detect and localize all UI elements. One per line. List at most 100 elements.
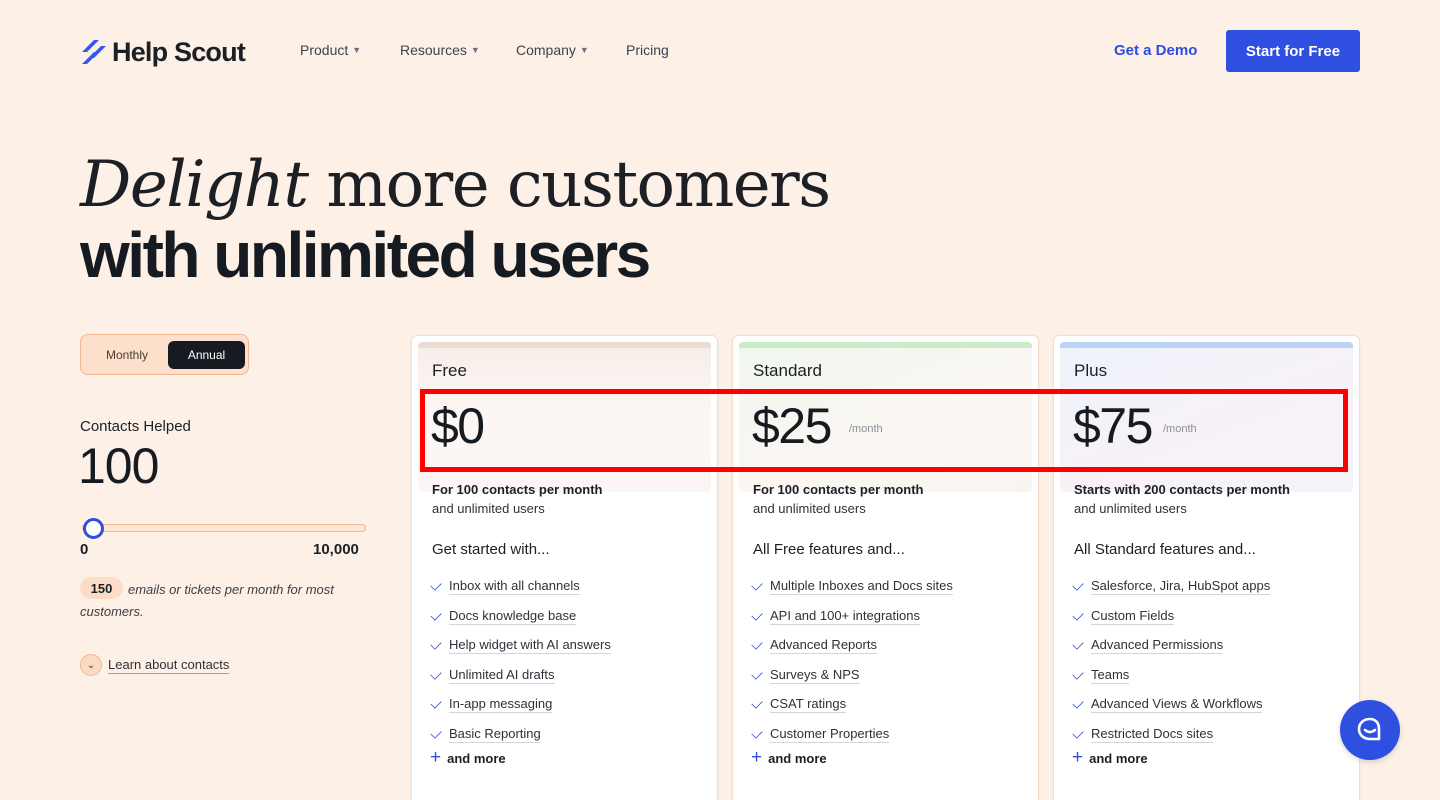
- plan-price: $25: [752, 398, 832, 454]
- and-more-toggle[interactable]: + and more: [751, 747, 827, 768]
- emails-description: emails or tickets per month for most cus…: [80, 582, 334, 619]
- feature-item[interactable]: Restricted Docs sites: [1072, 720, 1270, 750]
- slider-min-label: 0: [80, 541, 89, 558]
- feature-item[interactable]: Multiple Inboxes and Docs sites: [751, 572, 953, 602]
- feature-label: Customer Properties: [770, 725, 890, 743]
- feature-item[interactable]: In-app messaging: [430, 690, 611, 720]
- nav-item-label: Product: [300, 42, 349, 58]
- check-icon: [430, 697, 442, 709]
- feature-list: Salesforce, Jira, HubSpot apps Custom Fi…: [1072, 572, 1271, 750]
- hero-title-line2: with unlimited users: [80, 219, 651, 291]
- plan-name: Standard: [753, 361, 822, 380]
- plan-price: $0: [431, 398, 485, 454]
- start-free-button[interactable]: Start for Free: [1226, 30, 1360, 72]
- billing-monthly-option[interactable]: Monthly: [87, 341, 167, 369]
- check-icon: [751, 697, 763, 709]
- and-more-label: and more: [768, 750, 827, 766]
- plus-icon: +: [751, 747, 763, 768]
- billing-annual-option[interactable]: Annual: [168, 341, 245, 369]
- feature-label: CSAT ratings: [770, 696, 847, 714]
- nav-item-pricing[interactable]: Pricing: [626, 42, 669, 58]
- feature-label: Salesforce, Jira, HubSpot apps: [1091, 578, 1271, 596]
- plan-users: and unlimited users: [432, 501, 545, 516]
- chevron-down-icon: ▼: [352, 45, 362, 55]
- plan-contacts: Starts with 200 contacts per month: [1074, 482, 1290, 497]
- nav-item-company[interactable]: Company ▼: [516, 42, 626, 58]
- nav-item-label: Resources: [400, 42, 467, 58]
- check-icon: [430, 579, 442, 591]
- feature-item[interactable]: Help widget with AI answers: [430, 631, 611, 661]
- site-header: Help Scout Product ▼ Resources ▼ Company…: [80, 30, 1360, 72]
- slider-max-label: 10,000: [313, 541, 359, 558]
- contacts-slider-thumb[interactable]: [83, 518, 104, 539]
- feature-item[interactable]: Unlimited AI drafts: [430, 661, 611, 691]
- check-icon: [430, 609, 442, 621]
- and-more-toggle[interactable]: + and more: [1072, 747, 1148, 768]
- feature-item[interactable]: Customer Properties: [751, 720, 953, 750]
- contacts-slider-track[interactable]: [82, 524, 366, 532]
- plan-card-free: Free $0 For 100 contacts per month and u…: [411, 335, 718, 800]
- chevron-down-icon: ▼: [579, 45, 589, 55]
- feature-label: Basic Reporting: [449, 725, 541, 743]
- logo[interactable]: Help Scout: [80, 36, 246, 68]
- chevron-down-icon: ▼: [470, 45, 480, 55]
- plan-card-standard: Standard $25 /month For 100 contacts per…: [732, 335, 1039, 800]
- feature-item[interactable]: Advanced Permissions: [1072, 631, 1270, 661]
- check-icon: [751, 579, 763, 591]
- and-more-label: and more: [447, 750, 506, 766]
- contacts-value: 100: [78, 438, 159, 494]
- plan-period: /month: [849, 423, 883, 435]
- nav-item-label: Company: [516, 42, 576, 58]
- nav-item-resources[interactable]: Resources ▼: [400, 42, 516, 58]
- feature-label: Advanced Views & Workflows: [1091, 696, 1263, 714]
- nav-item-product[interactable]: Product ▼: [300, 42, 400, 58]
- feature-label: Advanced Reports: [770, 637, 877, 655]
- plan-card-plus: Plus $75 /month Starts with 200 contacts…: [1053, 335, 1360, 800]
- plan-name: Plus: [1074, 361, 1108, 380]
- learn-about-contacts[interactable]: ⌄ Learn about contacts: [80, 654, 230, 676]
- get-demo-link[interactable]: Get a Demo: [1114, 42, 1197, 59]
- feature-item[interactable]: Advanced Reports: [751, 631, 953, 661]
- logo-text: Help Scout: [112, 36, 246, 67]
- feature-list: Multiple Inboxes and Docs sites API and …: [751, 572, 953, 749]
- feature-list: Inbox with all channels Docs knowledge b…: [430, 572, 611, 749]
- feature-label: API and 100+ integrations: [770, 607, 920, 625]
- plan-name: Free: [432, 361, 467, 380]
- plan-contacts: For 100 contacts per month: [753, 482, 924, 497]
- check-icon: [430, 727, 442, 739]
- contacts-label: Contacts Helped: [80, 418, 191, 435]
- feature-label: Surveys & NPS: [770, 666, 860, 684]
- feature-item[interactable]: Advanced Views & Workflows: [1072, 690, 1270, 720]
- hero-title-rest: more customers: [326, 148, 831, 222]
- plan-period: /month: [1163, 423, 1197, 435]
- main-nav: Product ▼ Resources ▼ Company ▼ Pricing: [300, 42, 669, 58]
- feature-item[interactable]: Inbox with all channels: [430, 572, 611, 602]
- feature-item[interactable]: Custom Fields: [1072, 602, 1270, 632]
- plan-contacts: For 100 contacts per month: [432, 482, 603, 497]
- chat-icon: [1357, 717, 1381, 741]
- feature-item[interactable]: Surveys & NPS: [751, 661, 953, 691]
- feature-label: Multiple Inboxes and Docs sites: [770, 578, 953, 596]
- feature-item[interactable]: Teams: [1072, 661, 1270, 691]
- logo-mark-icon: [82, 40, 106, 64]
- feature-label: Teams: [1091, 666, 1130, 684]
- feature-label: Docs knowledge base: [449, 607, 577, 625]
- plus-icon: +: [430, 747, 442, 768]
- plan-price: $75: [1073, 398, 1153, 454]
- chat-beacon-button[interactable]: [1340, 700, 1400, 760]
- feature-label: Custom Fields: [1091, 607, 1175, 625]
- check-icon: [1072, 609, 1084, 621]
- check-icon: [430, 638, 442, 650]
- feature-label: Unlimited AI drafts: [449, 666, 555, 684]
- and-more-toggle[interactable]: + and more: [430, 747, 506, 768]
- feature-item[interactable]: CSAT ratings: [751, 690, 953, 720]
- feature-item[interactable]: Basic Reporting: [430, 720, 611, 750]
- features-heading: Get started with...: [432, 541, 550, 558]
- feature-item[interactable]: API and 100+ integrations: [751, 602, 953, 632]
- feature-item[interactable]: Docs knowledge base: [430, 602, 611, 632]
- and-more-label: and more: [1089, 750, 1148, 766]
- plan-users: and unlimited users: [753, 501, 866, 516]
- feature-item[interactable]: Salesforce, Jira, HubSpot apps: [1072, 572, 1271, 602]
- plus-icon: +: [1072, 747, 1084, 768]
- check-icon: [751, 727, 763, 739]
